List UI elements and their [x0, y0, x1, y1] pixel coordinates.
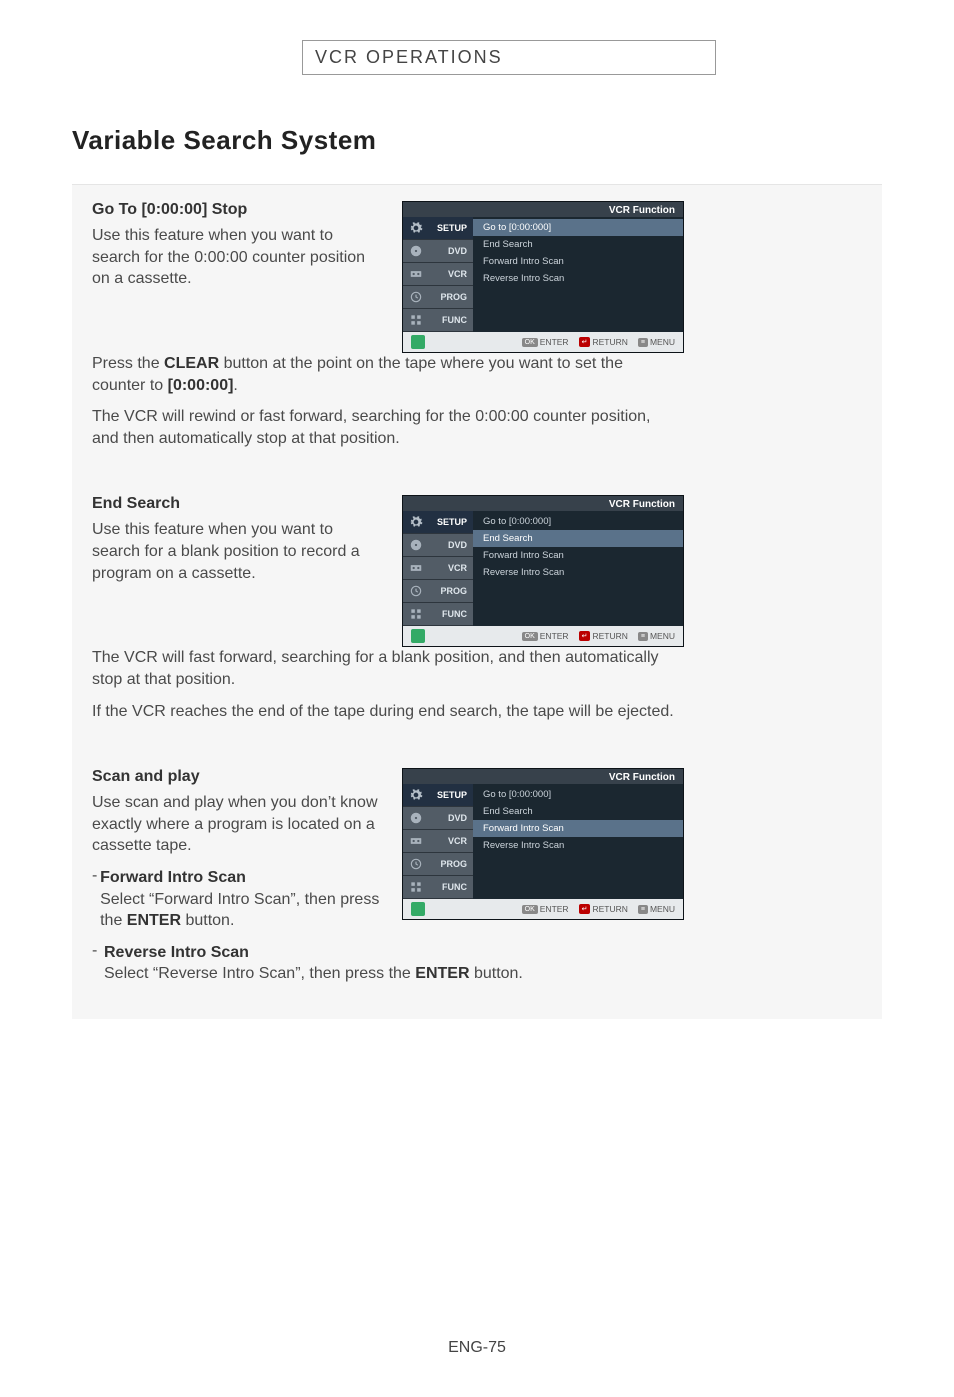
grid-icon: [409, 607, 423, 621]
rev-intro-item: - Reverse Intro Scan Select “Reverse Int…: [92, 942, 677, 995]
fwd-intro-head: Forward Intro Scan: [100, 869, 246, 886]
scanplay-p1: Use scan and play when you don’t know ex…: [92, 792, 382, 857]
osd-menu-endsearch: VCR Function SETUP DVD VCR PROG FUNC Go …: [402, 495, 684, 647]
grid-icon: [409, 313, 423, 327]
gear-icon: [409, 788, 423, 802]
endsearch-p1: Use this feature when you want to search…: [92, 519, 382, 584]
rev-intro-body: Select “Reverse Intro Scan”, then press …: [104, 963, 523, 985]
osd-foot-enter: OKENTER: [522, 631, 569, 641]
osd-tab-setup: SETUP: [403, 784, 473, 807]
osd-title: VCR Function: [403, 769, 683, 784]
osd-opt-endsearch: End Search: [473, 530, 683, 547]
osd-opt-revintro: Reverse Intro Scan: [473, 564, 683, 581]
goto-p1: Use this feature when you want to search…: [92, 225, 382, 290]
osd-foot-enter: OKENTER: [522, 337, 569, 347]
clock-icon: [409, 584, 423, 598]
osd-opt-fwdintro: Forward Intro Scan: [473, 547, 683, 564]
osd-foot-menu: ≡MENU: [638, 337, 675, 347]
osd-opt-goto: Go to [0:00:000]: [473, 786, 683, 803]
osd-footer: OKENTER ↵RETURN ≡MENU: [403, 332, 683, 352]
osd-tabs: SETUP DVD VCR PROG FUNC: [403, 784, 473, 899]
osd-options: Go to [0:00:000] End Search Forward Intr…: [473, 511, 683, 626]
fwd-intro-item: - Forward Intro Scan Select “Forward Int…: [92, 867, 382, 942]
osd-tabs: SETUP DVD VCR PROG FUNC: [403, 511, 473, 626]
osd-title: VCR Function: [403, 202, 683, 217]
goto-p2: Press the CLEAR button at the point on t…: [92, 353, 677, 396]
osd-opt-goto: Go to [0:00:000]: [473, 219, 683, 236]
osd-tab-setup: SETUP: [403, 217, 473, 240]
osd-opt-endsearch: End Search: [473, 803, 683, 820]
osd-tab-setup: SETUP: [403, 511, 473, 534]
endsearch-p2: The VCR will fast forward, searching for…: [92, 647, 677, 690]
osd-foot-return: ↵RETURN: [579, 904, 628, 914]
osd-menu-goto: VCR Function SETUP DVD VCR PROG FUNC Go …: [402, 201, 684, 353]
osd-tabs: SETUP DVD VCR PROG FUNC: [403, 217, 473, 332]
dpad-icon: [411, 902, 425, 916]
section-goto: Go To [0:00:00] Stop Use this feature wh…: [92, 201, 862, 459]
osd-tab-prog: PROG: [403, 853, 473, 876]
osd-opt-fwdintro: Forward Intro Scan: [473, 820, 683, 837]
content-block: Go To [0:00:00] Stop Use this feature wh…: [72, 184, 882, 1019]
page-category-text: VCR OPERATIONS: [315, 47, 503, 67]
grid-icon: [409, 880, 423, 894]
osd-opt-fwdintro: Forward Intro Scan: [473, 253, 683, 270]
osd-tab-dvd: DVD: [403, 807, 473, 830]
osd-tab-vcr: VCR: [403, 830, 473, 853]
section-scanplay: Scan and play Use scan and play when you…: [92, 768, 862, 995]
dpad-icon: [411, 629, 425, 643]
osd-tab-vcr: VCR: [403, 557, 473, 580]
osd-tab-dvd: DVD: [403, 240, 473, 263]
page-number: ENG-75: [72, 1339, 882, 1397]
clock-icon: [409, 290, 423, 304]
osd-opt-goto: Go to [0:00:000]: [473, 513, 683, 530]
osd-options: Go to [0:00:000] End Search Forward Intr…: [473, 784, 683, 899]
osd-foot-return: ↵RETURN: [579, 631, 628, 641]
tape-icon: [409, 561, 423, 575]
tape-icon: [409, 834, 423, 848]
rev-intro-head: Reverse Intro Scan: [104, 944, 249, 961]
page-title: Variable Search System: [72, 125, 882, 156]
osd-tab-prog: PROG: [403, 580, 473, 603]
osd-footer: OKENTER ↵RETURN ≡MENU: [403, 626, 683, 646]
section-endsearch: End Search Use this feature when you wan…: [92, 495, 862, 732]
dpad-icon: [411, 335, 425, 349]
scanplay-heading: Scan and play: [92, 768, 382, 786]
tape-icon: [409, 267, 423, 281]
osd-tab-func: FUNC: [403, 603, 473, 626]
osd-opt-revintro: Reverse Intro Scan: [473, 270, 683, 287]
osd-tab-prog: PROG: [403, 286, 473, 309]
osd-tab-func: FUNC: [403, 876, 473, 899]
osd-tab-dvd: DVD: [403, 534, 473, 557]
osd-opt-revintro: Reverse Intro Scan: [473, 837, 683, 854]
fwd-intro-body: Select “Forward Intro Scan”, then press …: [100, 889, 382, 932]
endsearch-p3: If the VCR reaches the end of the tape d…: [92, 701, 677, 723]
gear-icon: [409, 221, 423, 235]
clock-icon: [409, 857, 423, 871]
osd-foot-menu: ≡MENU: [638, 904, 675, 914]
osd-foot-enter: OKENTER: [522, 904, 569, 914]
goto-p3: The VCR will rewind or fast forward, sea…: [92, 406, 677, 449]
gear-icon: [409, 515, 423, 529]
endsearch-heading: End Search: [92, 495, 382, 513]
osd-opt-endsearch: End Search: [473, 236, 683, 253]
disc-icon: [409, 244, 423, 258]
osd-options: Go to [0:00:000] End Search Forward Intr…: [473, 217, 683, 332]
osd-title: VCR Function: [403, 496, 683, 511]
osd-foot-menu: ≡MENU: [638, 631, 675, 641]
osd-menu-scanplay: VCR Function SETUP DVD VCR PROG FUNC Go …: [402, 768, 684, 920]
osd-tab-func: FUNC: [403, 309, 473, 332]
goto-heading: Go To [0:00:00] Stop: [92, 201, 382, 219]
page-category-band: VCR OPERATIONS: [302, 40, 716, 75]
osd-foot-return: ↵RETURN: [579, 337, 628, 347]
osd-footer: OKENTER ↵RETURN ≡MENU: [403, 899, 683, 919]
disc-icon: [409, 811, 423, 825]
osd-tab-vcr: VCR: [403, 263, 473, 286]
disc-icon: [409, 538, 423, 552]
